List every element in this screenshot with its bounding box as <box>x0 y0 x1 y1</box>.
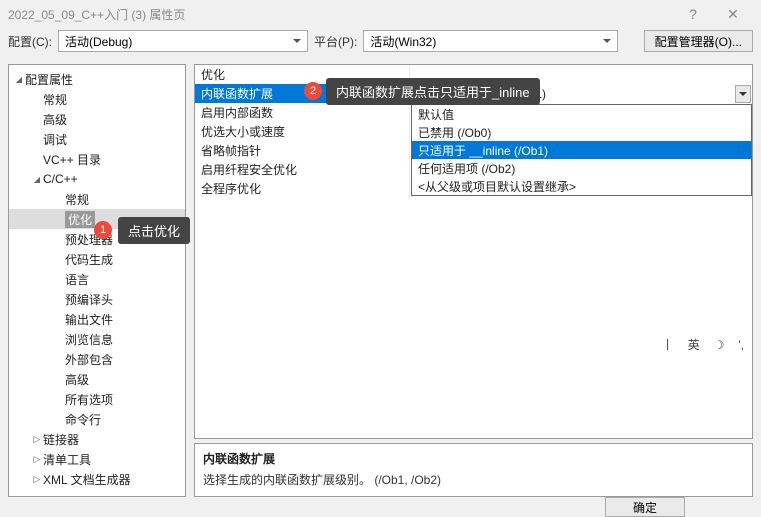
tree-item[interactable]: 常规 <box>9 89 185 109</box>
platform-label: 平台(P): <box>314 33 357 50</box>
close-button[interactable]: ✕ <box>713 6 753 23</box>
titlebar: 2022_05_09_C++入门 (3) 属性页 ? ✕ <box>0 0 761 28</box>
callout-badge-2: 2 <box>304 82 322 100</box>
config-label: 配置(C): <box>8 33 52 50</box>
description-panel: 内联函数扩展 选择生成的内联函数扩展级别。 (/Ob1, /Ob2) <box>194 443 753 497</box>
tree-item[interactable]: 语言 <box>9 269 185 289</box>
tree-item[interactable]: 代码生成 <box>9 249 185 269</box>
ime-lang[interactable]: 英 <box>688 336 700 353</box>
tree-item[interactable]: 清单工具 <box>9 449 185 469</box>
dropdown-list: 默认值已禁用 (/Ob0)只适用于 __inline (/Ob1)任何适用项 (… <box>411 104 752 196</box>
tree-cpp[interactable]: C/C++ <box>9 169 185 189</box>
property-grid: 优化内联函数扩展只适用于 __inline (/Ob1)启用内部函数优选大小或速… <box>194 64 753 439</box>
ime-comma: ', <box>738 338 744 352</box>
tree-item[interactable]: 所有选项 <box>9 389 185 409</box>
dropdown-toggle[interactable] <box>735 85 751 103</box>
tree-item[interactable]: 浏览信息 <box>9 329 185 349</box>
footer: 确定 <box>0 497 761 517</box>
tree-item[interactable]: 调试 <box>9 129 185 149</box>
ok-button[interactable]: 确定 <box>605 497 685 517</box>
tree-item[interactable]: 常规 <box>9 189 185 209</box>
help-button[interactable]: ? <box>673 6 713 22</box>
tree-item[interactable]: 高级 <box>9 369 185 389</box>
config-combo[interactable]: 活动(Debug) <box>58 30 308 52</box>
window-title: 2022_05_09_C++入门 (3) 属性页 <box>8 6 673 23</box>
dropdown-item[interactable]: 只适用于 __inline (/Ob1) <box>412 141 751 159</box>
config-manager-button[interactable]: 配置管理器(O)... <box>644 30 753 52</box>
dropdown-item[interactable]: 默认值 <box>412 105 751 123</box>
callout-1: 点击优化 <box>118 217 190 244</box>
tree-item[interactable]: 外部包含 <box>9 349 185 369</box>
description-title: 内联函数扩展 <box>203 450 744 467</box>
dropdown-item[interactable]: <从父级或项目默认设置继承> <box>412 177 751 195</box>
description-text: 选择生成的内联函数扩展级别。 (/Ob1, /Ob2) <box>203 471 744 488</box>
tree-item[interactable]: 预编译头 <box>9 289 185 309</box>
dropdown-item[interactable]: 已禁用 (/Ob0) <box>412 123 751 141</box>
callout-2: 内联函数扩展点击只适用于_inline <box>326 78 540 105</box>
tree-panel: 配置属性 常规高级调试VC++ 目录 C/C++ 常规优化预处理器代码生成语言预… <box>8 64 186 497</box>
tree-item[interactable]: 链接器 <box>9 429 185 449</box>
tree-item[interactable]: 高级 <box>9 109 185 129</box>
callout-badge-1: 1 <box>94 221 112 239</box>
tree-item[interactable]: XML 文档生成器 <box>9 469 185 489</box>
tree-item[interactable]: 输出文件 <box>9 309 185 329</box>
ime-pen-icon: 丨 <box>662 336 674 353</box>
ime-indicator: 丨 英 ☽ ', <box>662 336 744 353</box>
platform-combo[interactable]: 活动(Win32) <box>363 30 618 52</box>
tree-item[interactable]: VC++ 目录 <box>9 149 185 169</box>
ime-moon-icon[interactable]: ☽ <box>714 338 725 352</box>
tree-root[interactable]: 配置属性 <box>9 69 185 89</box>
tree-item[interactable]: 命令行 <box>9 409 185 429</box>
toolbar: 配置(C): 活动(Debug) 平台(P): 活动(Win32) 配置管理器(… <box>0 28 761 58</box>
dropdown-item[interactable]: 任何适用项 (/Ob2) <box>412 159 751 177</box>
